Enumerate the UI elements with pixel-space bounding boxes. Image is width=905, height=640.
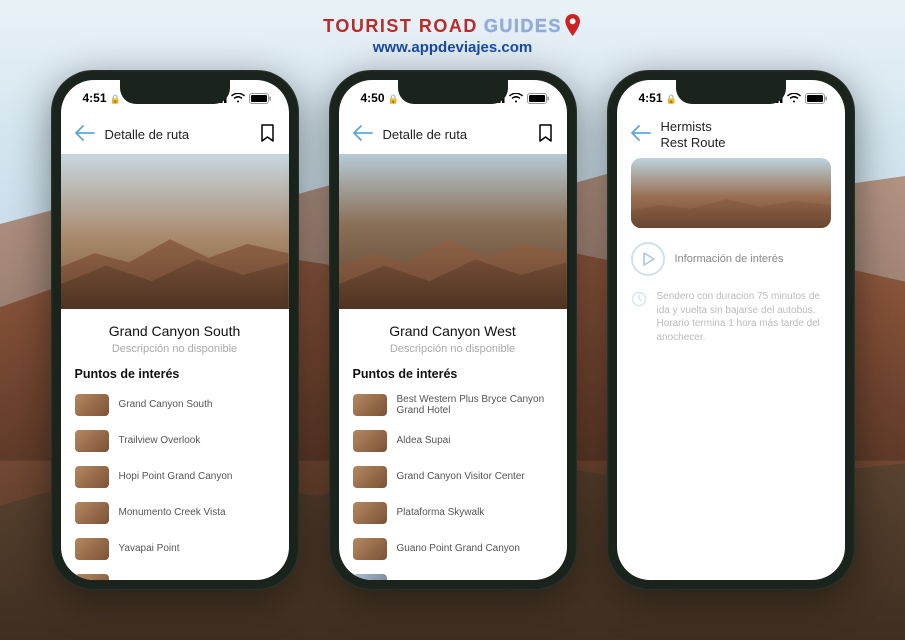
nav-title: Hermists Rest Route [661,119,831,150]
poi-thumb [75,538,109,560]
list-item[interactable]: Best Western Plus Bryce Canyon Grand Hot… [353,389,553,421]
poi-label: Plataforma Skywalk [397,507,485,519]
poi-label: Best Western Plus Bryce Canyon Grand Hot… [397,394,553,417]
phone-notch [676,80,786,104]
list-item[interactable]: Plataforma Skywalk [353,497,553,529]
poi-label: Trailview Overlook [119,435,201,447]
nav-bar: Detalle de ruta [61,116,289,154]
lock-icon: 🔒 [388,94,399,104]
list-item[interactable]: Grand Canyon Visitor Center [353,461,553,493]
poi-thumb [353,574,387,580]
hero-image [61,154,289,309]
poi-label: Monumento Creek Vista [119,507,226,519]
wifi-icon [509,93,523,103]
play-audio-button[interactable] [631,242,665,276]
route-title: Grand Canyon South [61,323,289,339]
nav-title: Detalle de ruta [105,127,250,143]
route-description: Descripción no disponible [339,343,567,355]
list-item[interactable]: Trailview Overlook [75,425,275,457]
nav-title: Detalle de ruta [383,127,528,143]
poi-thumb [353,502,387,524]
poi-thumb [353,430,387,452]
back-button[interactable] [353,125,373,146]
nav-bar: Detalle de ruta [339,116,567,154]
list-item[interactable]: Monumento Creek Vista [75,497,275,529]
list-item[interactable]: Grand Canyon South [75,389,275,421]
poi-label: Yavapai Point [119,543,180,555]
bookmark-button[interactable] [538,124,553,147]
phone-south: 4:51🔒 Detalle de ruta Grand Canyon South… [51,70,299,590]
phone-hermits: 4:51🔒 Hermists Rest Route Información de… [607,70,855,590]
poi-list[interactable]: Best Western Plus Bryce Canyon Grand Hot… [339,389,567,580]
phone-notch [398,80,508,104]
poi-label: Grand Canyon South [119,399,213,411]
status-time: 4:51 [83,91,107,105]
bookmark-button[interactable] [260,124,275,147]
route-description: Descripción no disponible [61,343,289,355]
poi-thumb [75,394,109,416]
brand-title-b: GUIDES [484,16,562,36]
brand-title-a: TOURIST ROAD [323,16,478,36]
status-time: 4:51 [639,91,663,105]
wifi-icon [231,93,245,103]
list-item[interactable]: Aldea Supai [353,425,553,457]
hero-image [631,158,831,228]
wifi-icon [787,93,801,103]
poi-label: Hopi Point Grand Canyon [119,471,233,483]
lock-icon: 🔒 [666,94,677,104]
map-pin-icon [564,14,582,36]
play-label: Información de interés [675,253,784,265]
poi-label: Aldea Supai [397,435,451,447]
poi-thumb [75,502,109,524]
poi-list[interactable]: Grand Canyon South Trailview Overlook Ho… [61,389,289,580]
clock-icon [631,291,647,307]
list-item[interactable]: Guano Point Grand Canyon [353,533,553,565]
battery-icon [249,93,271,104]
list-item[interactable]: Yavapai Point [75,533,275,565]
info-row: Sendero con duracion 75 minutos de ida y… [617,290,845,344]
back-button[interactable] [75,125,95,146]
back-button[interactable] [631,125,651,146]
poi-thumb [353,538,387,560]
hero-image [339,154,567,309]
route-title: Grand Canyon West [339,323,567,339]
brand-header: TOURIST ROAD GUIDES www.appdeviajes.com [323,14,582,56]
list-item[interactable]: Museo Tusayan [75,569,275,580]
list-item[interactable]: Hopi Point Grand Canyon [75,461,275,493]
info-text: Sendero con duracion 75 minutos de ida y… [657,290,831,344]
poi-thumb [353,466,387,488]
poi-thumb [75,574,109,580]
poi-thumb [75,466,109,488]
nav-bar: Hermists Rest Route [617,116,845,154]
poi-section-header: Puntos de interés [339,367,567,389]
poi-label: Grand Canyon Visitor Center [397,471,525,483]
phone-notch [120,80,230,104]
brand-url: www.appdeviajes.com [323,39,582,56]
lock-icon: 🔒 [110,94,121,104]
list-item[interactable] [353,569,553,580]
poi-thumb [75,430,109,452]
poi-label: Museo Tusayan [119,579,190,580]
poi-thumb [353,394,387,416]
status-time: 4:50 [361,91,385,105]
play-icon [641,252,655,266]
poi-label: Guano Point Grand Canyon [397,543,520,555]
battery-icon [527,93,549,104]
battery-icon [805,93,827,104]
phone-west: 4:50🔒 Detalle de ruta Grand Canyon West … [329,70,577,590]
poi-section-header: Puntos de interés [61,367,289,389]
